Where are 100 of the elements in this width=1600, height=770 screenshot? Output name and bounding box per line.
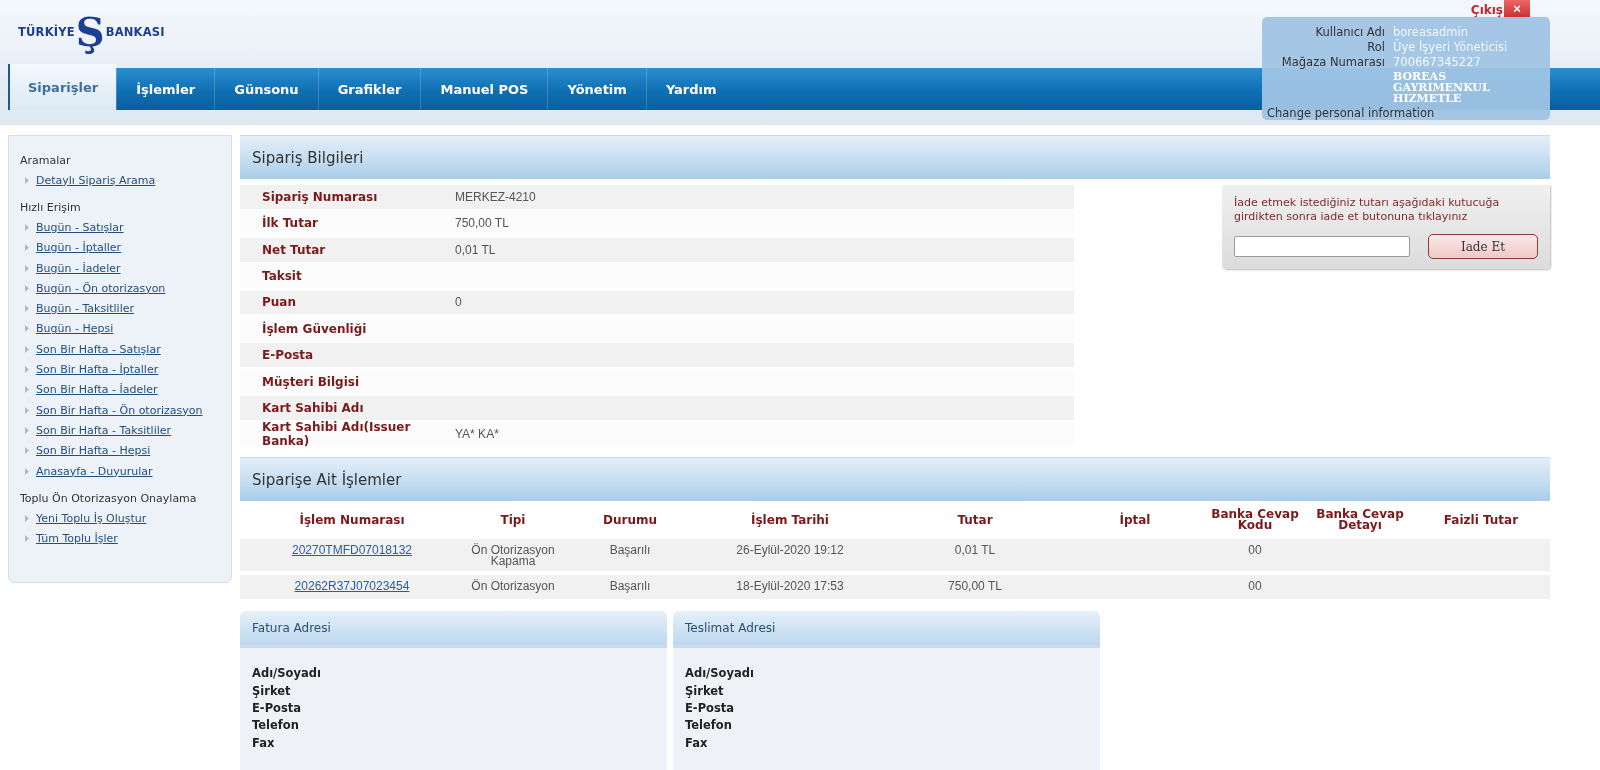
nav-tab[interactable]: İşlemler [116,68,215,110]
refund-note: İade etmek istediğiniz tutarı aşağıdaki kutucuğa girdikten sonra iade et butonuna tıklayınız [1234,196,1501,224]
nav-tab[interactable]: Günsonu [214,68,318,110]
column-header: Banka Cevap Detayı [1315,509,1405,532]
caret-icon [25,305,29,313]
address-label: Şirket [252,682,292,700]
sidebar-link[interactable]: Bugün - Satışlar [36,220,124,234]
table-cell: 18-Eylül-2020 17:53 [736,581,844,593]
address-label: Adı/Soyadı [685,665,755,683]
table-cell: 0,01 TL [954,545,996,557]
caret-icon [25,386,29,394]
column-header: Tutar [957,514,993,526]
info-label: İlk Tutar [261,216,319,231]
panel-header: Fatura Adresi [240,611,667,649]
sidebar-link[interactable]: Son Bir Hafta - İadeler [36,383,158,397]
info-label: Taksit [261,269,303,284]
nav-tab[interactable]: Manuel POS [420,68,548,110]
transaction-link[interactable]: 20262R37J07023454 [294,581,410,593]
caret-icon [25,366,29,373]
info-value: MERKEZ-4210 [455,189,536,204]
nav-tab[interactable]: Yönetim [547,68,646,110]
info-label: Kart Sahibi Adı(Issuer Banka) [261,420,412,449]
address-label: Telefon [685,717,733,735]
sidebar-link[interactable]: Son Bir Hafta - Hepsi [36,444,151,458]
nav-tab[interactable]: Grafikler [317,68,421,110]
transaction-link[interactable]: 20270TMFD07018132 [291,545,413,557]
caret-icon [25,244,29,252]
sidebar-link[interactable]: Yeni Toplu İş Oluştur [36,511,147,525]
table-cell: 00 [1248,581,1262,593]
caret-icon [25,535,29,543]
caret-icon [25,284,29,292]
refund-button[interactable]: Iade Et [1428,234,1538,259]
sidebar-link[interactable]: Tüm Toplu İşler [36,532,118,546]
table-cell: 00 [1248,545,1262,557]
close-button[interactable]: × [1504,0,1530,17]
section-header: Sipariş Bilgileri [240,135,1550,179]
info-label: Müşteri Bilgisi [261,374,361,389]
column-header: İşlem Tarihi [751,514,829,526]
field-label: Kullanıcı Adı [1314,25,1385,40]
info-label: Kart Sahibi Adı [261,401,365,415]
caret-icon [25,345,29,353]
sidebar-link[interactable]: Detaylı Sipariş Arama [36,173,156,187]
caret-icon [25,467,29,475]
column-header: Banka Cevap Kodu [1210,509,1300,532]
column-header: İşlem Numarası [299,514,405,526]
sidebar-link[interactable]: Son Bir Hafta - Satışlar [36,342,161,356]
column-header: İptal [1119,514,1151,526]
caret-icon [25,264,29,272]
column-header: Durumu [603,514,657,526]
info-label: Sipariş Numarası [261,189,379,204]
logout-link[interactable]: Çıkış [1470,3,1503,17]
refund-amount-field[interactable] [1234,236,1410,257]
address-label: Adı/Soyadı [252,665,322,683]
address-label: Fax [252,734,276,752]
nav-tab[interactable]: Yardım [645,68,736,110]
field-value: 700667345227 [1393,55,1481,70]
table-cell: Ön Otorizasyon [471,581,555,593]
sidebar-link[interactable]: Bugün - Taksitliler [36,302,134,316]
table-cell: Başarılı [609,545,651,557]
field-label: Mağaza Numarası [1280,55,1385,70]
info-label: İşlem Güvenliği [261,321,368,336]
section-header: Siparişe Ait İşlemler [240,457,1550,502]
sidebar-link[interactable]: Son Bir Hafta - Taksitliler [36,423,172,437]
address-label: Şirket [685,682,725,700]
address-label: E-Posta [252,699,303,717]
info-label: Net Tutar [261,242,327,257]
table-cell: 750,00 TL [948,581,1002,593]
sidebar-heading: Aramalar [20,153,72,169]
caret-icon [25,176,29,184]
sidebar-heading: Hızlı Erişim [20,200,82,217]
info-value: 750,00 TL [455,216,509,231]
address-label: Telefon [252,717,300,735]
caret-icon [25,514,29,522]
nav-tab[interactable]: Siparişler [8,64,117,110]
field-label: Rol [1366,40,1385,55]
caret-icon [25,447,29,455]
sidebar-link[interactable]: Anasayfa - Duyurular [36,464,153,478]
sidebar-link[interactable]: Son Bir Hafta - İptaller [36,363,159,376]
sidebar-heading: Toplu Ön Otorizasyon Onaylama [20,491,198,508]
address-label: E-Posta [685,699,736,717]
panel-header: Teslimat Adresi [673,611,1100,649]
info-value: YA* KA* [455,427,499,442]
sidebar-link[interactable]: Son Bir Hafta - Ön otorizasyon [36,403,203,417]
profile-link[interactable]: Change personal information [1267,106,1546,120]
sidebar-link[interactable]: Bugün - İptaller [36,241,122,255]
column-header: Tipi [500,514,526,526]
caret-icon [25,406,29,414]
caret-icon [25,223,29,231]
table-cell: 26-Eylül-2020 19:12 [736,545,844,557]
info-label: Puan [261,295,297,310]
info-label: E-Posta [261,348,315,363]
field-value: boreasadmin [1393,25,1468,39]
sidebar-link[interactable]: Bugün - Hepsi [36,322,114,336]
address-label: Fax [685,734,709,752]
caret-icon [25,426,29,434]
company-name: BOREAS GAYRIMENKUL HIZMETLE [1393,71,1491,104]
sidebar-link[interactable]: Bugün - İadeler [36,261,121,275]
info-value: 0,01 TL [455,242,496,257]
sidebar-link[interactable]: Bugün - Ön otorizasyon [36,281,166,295]
table-cell: Başarılı [609,581,651,593]
